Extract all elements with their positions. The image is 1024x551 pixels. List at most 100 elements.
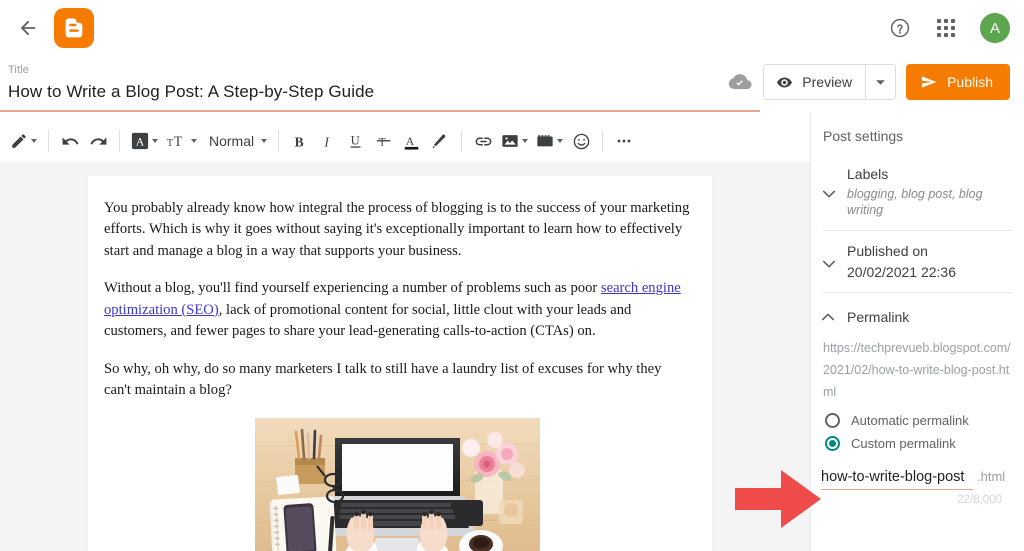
radio-unselected-icon[interactable] bbox=[825, 413, 840, 428]
title-field-label: Title bbox=[8, 64, 29, 76]
paragraph-1: You probably already know how integral t… bbox=[104, 198, 690, 262]
published-on-value: 20/02/2021 22:36 bbox=[847, 264, 956, 280]
preview-button[interactable]: Preview bbox=[764, 65, 866, 99]
cloud-check-icon bbox=[727, 69, 753, 95]
published-on-content: Published on 20/02/2021 22:36 bbox=[847, 241, 1012, 280]
strikethrough-icon[interactable]: T bbox=[370, 125, 398, 157]
custom-permalink-input[interactable] bbox=[821, 469, 973, 490]
permalink-url: https://techprevueb.blogspot.com/2021/02… bbox=[823, 341, 1011, 399]
paragraph-2: Without a blog, you'll find yourself exp… bbox=[104, 278, 690, 342]
permalink-extension: .html bbox=[977, 469, 1006, 484]
custom-permalink-field-wrap: .html bbox=[821, 469, 1012, 490]
sidebar-item-labels[interactable]: Labels blogging, blog post, blog writing bbox=[811, 154, 1024, 230]
custom-permalink-label: Custom permalink bbox=[851, 436, 956, 451]
svg-text:I: I bbox=[324, 134, 331, 149]
toolbar-separator bbox=[119, 130, 120, 152]
text-size-icon[interactable]: T T bbox=[162, 125, 201, 157]
chevron-down-icon[interactable] bbox=[817, 164, 841, 218]
help-circle-icon[interactable] bbox=[880, 8, 920, 48]
permalink-char-count: 22/8,000 bbox=[957, 494, 1002, 506]
title-actions: Preview Publish bbox=[727, 64, 1010, 100]
emoji-icon[interactable] bbox=[567, 125, 595, 157]
undo-icon[interactable] bbox=[56, 125, 84, 157]
apps-grid-dots bbox=[937, 19, 955, 37]
title-underline bbox=[0, 110, 760, 112]
paragraph-3: So why, oh why, do so many marketers I t… bbox=[104, 359, 690, 402]
svg-text:A: A bbox=[136, 136, 145, 149]
title-row: Title How to Write a Blog Post: A Step-b… bbox=[0, 56, 1024, 112]
toolbar-separator bbox=[278, 130, 280, 152]
custom-permalink-option[interactable]: Custom permalink bbox=[811, 432, 1024, 455]
labels-title: Labels bbox=[847, 166, 889, 182]
blogger-post-editor: A Title How to Write a Blog Post: A Step… bbox=[0, 0, 1024, 551]
publish-button-label: Publish bbox=[947, 74, 993, 90]
top-bar-actions: A bbox=[880, 8, 1024, 48]
link-icon[interactable] bbox=[469, 125, 497, 157]
chevron-down-icon bbox=[31, 139, 37, 143]
post-body[interactable]: You probably already know how integral t… bbox=[88, 176, 712, 551]
blogger-logo-icon[interactable] bbox=[54, 8, 94, 48]
sidebar-item-published-on[interactable]: Published on 20/02/2021 22:36 bbox=[811, 231, 1024, 292]
automatic-permalink-option[interactable]: Automatic permalink bbox=[811, 409, 1024, 432]
text-color-icon[interactable]: A bbox=[398, 125, 426, 157]
back-arrow-icon[interactable] bbox=[8, 8, 48, 48]
redo-icon[interactable] bbox=[84, 125, 112, 157]
chevron-down-icon bbox=[557, 139, 564, 143]
svg-text:A: A bbox=[406, 135, 415, 148]
bold-icon[interactable]: B bbox=[286, 125, 314, 157]
sidebar-title: Post settings bbox=[823, 128, 904, 144]
chevron-down-icon bbox=[152, 139, 158, 143]
published-on-title: Published on bbox=[847, 243, 928, 259]
avatar[interactable]: A bbox=[980, 13, 1010, 43]
preview-dropdown-button[interactable] bbox=[865, 65, 896, 99]
pencil-icon[interactable] bbox=[6, 125, 41, 157]
video-icon[interactable] bbox=[532, 125, 567, 157]
publish-button[interactable]: Publish bbox=[906, 64, 1010, 100]
underline-icon[interactable]: U bbox=[342, 125, 370, 157]
post-content-card[interactable]: You probably already know how integral t… bbox=[88, 176, 712, 551]
title-input[interactable]: How to Write a Blog Post: A Step-by-Step… bbox=[8, 82, 374, 102]
chevron-down-icon bbox=[876, 79, 885, 85]
top-bar: A bbox=[0, 0, 1024, 56]
sidebar-item-permalink[interactable]: Permalink bbox=[811, 293, 1024, 333]
apps-grid-icon[interactable] bbox=[926, 8, 966, 48]
more-horizontal-icon[interactable] bbox=[610, 125, 638, 157]
svg-text:U: U bbox=[351, 134, 360, 148]
toolbar-separator bbox=[461, 130, 463, 152]
svg-text:B: B bbox=[295, 134, 304, 149]
send-icon bbox=[921, 76, 937, 88]
format-toolbar: A T T Normal B I U T A bbox=[0, 120, 810, 162]
desk-flatlay-photo bbox=[254, 417, 540, 551]
toolbar-separator bbox=[602, 130, 604, 152]
labels-value: blogging, blog post, blog writing bbox=[847, 187, 983, 217]
paragraph-style-label: Normal bbox=[209, 133, 255, 149]
post-image[interactable] bbox=[254, 417, 540, 551]
chevron-down-icon[interactable] bbox=[817, 241, 841, 280]
preview-button-label: Preview bbox=[802, 74, 853, 90]
labels-content: Labels blogging, blog post, blog writing bbox=[847, 164, 1012, 218]
radio-selected-icon[interactable] bbox=[825, 436, 840, 451]
font-box-icon[interactable]: A bbox=[127, 125, 162, 157]
eye-icon bbox=[777, 77, 793, 87]
chevron-down-icon bbox=[522, 139, 529, 143]
paragraph-3-text: So why, oh why, do so many marketers I t… bbox=[104, 360, 662, 399]
image-icon[interactable] bbox=[497, 125, 532, 157]
marker-icon[interactable] bbox=[426, 125, 454, 157]
paragraph-style-select[interactable]: Normal bbox=[201, 125, 271, 157]
red-arrow-annotation bbox=[733, 468, 823, 530]
chevron-down-icon bbox=[191, 139, 197, 143]
permalink-title: Permalink bbox=[847, 309, 910, 325]
paragraph-1-text: You probably already know how integral t… bbox=[104, 200, 690, 259]
preview-button-group: Preview bbox=[763, 64, 897, 100]
automatic-permalink-label: Automatic permalink bbox=[851, 413, 969, 428]
chevron-down-icon bbox=[261, 139, 268, 143]
post-settings-sidebar: Post settings Labels blogging, blog post… bbox=[810, 112, 1024, 551]
svg-text:T: T bbox=[174, 134, 183, 150]
arrow-right-icon bbox=[735, 470, 821, 528]
paragraph-2-text-before: Without a blog, you'll find yourself exp… bbox=[104, 280, 601, 297]
chevron-up-icon[interactable] bbox=[819, 310, 837, 324]
editor-area: You probably already know how integral t… bbox=[0, 162, 810, 551]
toolbar-separator bbox=[48, 130, 49, 152]
italic-icon[interactable]: I bbox=[314, 125, 342, 157]
svg-text:T: T bbox=[379, 136, 386, 149]
